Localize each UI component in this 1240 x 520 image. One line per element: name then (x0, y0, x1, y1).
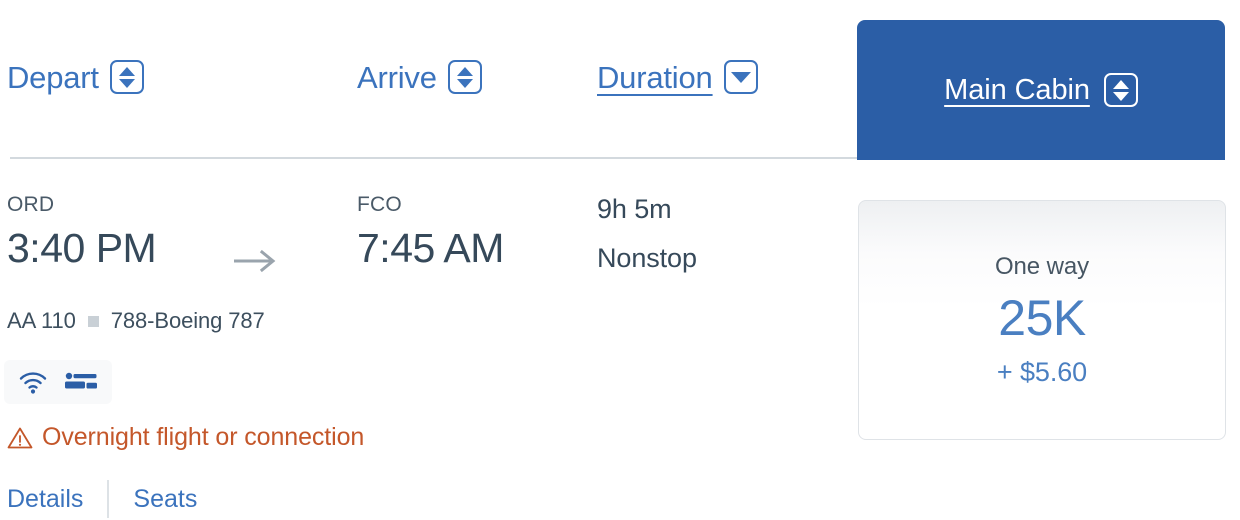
price-miles: 25K (998, 289, 1086, 346)
flight-number: AA 110 (7, 308, 76, 333)
sort-column-arrive-label: Arrive (357, 59, 437, 95)
arrive-airport-code: FCO (357, 193, 402, 216)
triangle-down-icon (118, 78, 135, 88)
link-divider (107, 480, 110, 518)
depart-airport-code: ORD (7, 193, 55, 216)
trip-type-label: One way (994, 252, 1089, 280)
sort-down-icon[interactable] (723, 60, 758, 94)
sort-column-duration[interactable]: Duration (597, 60, 758, 94)
flight-meta: AA 110 788-Boeing 787 (7, 308, 265, 334)
warning-triangle-icon (7, 427, 33, 448)
flight-details: ORD 3:40 PM FCO 7:45 AM 9h 5m Nonstop AA… (0, 160, 1240, 520)
amenities-list (4, 360, 112, 404)
details-link[interactable]: Details (7, 486, 83, 512)
flight-action-links: Details Seats (7, 480, 197, 518)
overnight-warning-text: Overnight flight or connection (42, 423, 365, 451)
depart-block: ORD 3:40 PM (7, 193, 157, 271)
sort-column-arrive[interactable]: Arrive (357, 60, 482, 94)
wifi-icon (19, 372, 47, 394)
tab-main-cabin-label: Main Cabin (944, 73, 1090, 106)
lie-flat-seat-icon (65, 372, 97, 389)
triangle-up-icon (118, 66, 135, 76)
aircraft-type: 788-Boeing 787 (110, 308, 265, 333)
tab-main-cabin[interactable]: Main Cabin (857, 20, 1225, 160)
triangle-down-icon (1112, 91, 1129, 101)
sort-column-duration-label: Duration (597, 59, 713, 95)
arrow-right-icon (234, 249, 276, 273)
duration-value: 9h 5m (597, 194, 672, 224)
triangle-down-icon (730, 71, 751, 83)
overnight-warning: Overnight flight or connection (7, 425, 364, 450)
meta-separator-icon (87, 315, 99, 327)
triangle-up-icon (1112, 79, 1129, 89)
price-fees: + $5.60 (996, 356, 1088, 387)
arrive-block: FCO 7:45 AM (357, 194, 504, 269)
price-card-main-cabin[interactable]: One way 25K + $5.60 (858, 200, 1226, 440)
stops-value: Nonstop (597, 243, 697, 273)
arrive-time: 7:45 AM (357, 225, 504, 271)
seats-link[interactable]: Seats (133, 486, 197, 512)
sort-column-depart[interactable]: Depart (7, 60, 144, 94)
triangle-down-icon (456, 78, 473, 88)
sort-updown-icon[interactable] (1103, 73, 1138, 107)
triangle-up-icon (456, 66, 473, 76)
sort-updown-icon[interactable] (447, 60, 482, 94)
flight-result-row: Depart Arrive Duration Main Cabin ORD 3:… (0, 0, 1240, 520)
sort-column-depart-label: Depart (7, 59, 99, 95)
duration-block: 9h 5m Nonstop (597, 196, 697, 272)
sort-updown-icon[interactable] (109, 60, 144, 94)
depart-time: 3:40 PM (7, 225, 157, 271)
